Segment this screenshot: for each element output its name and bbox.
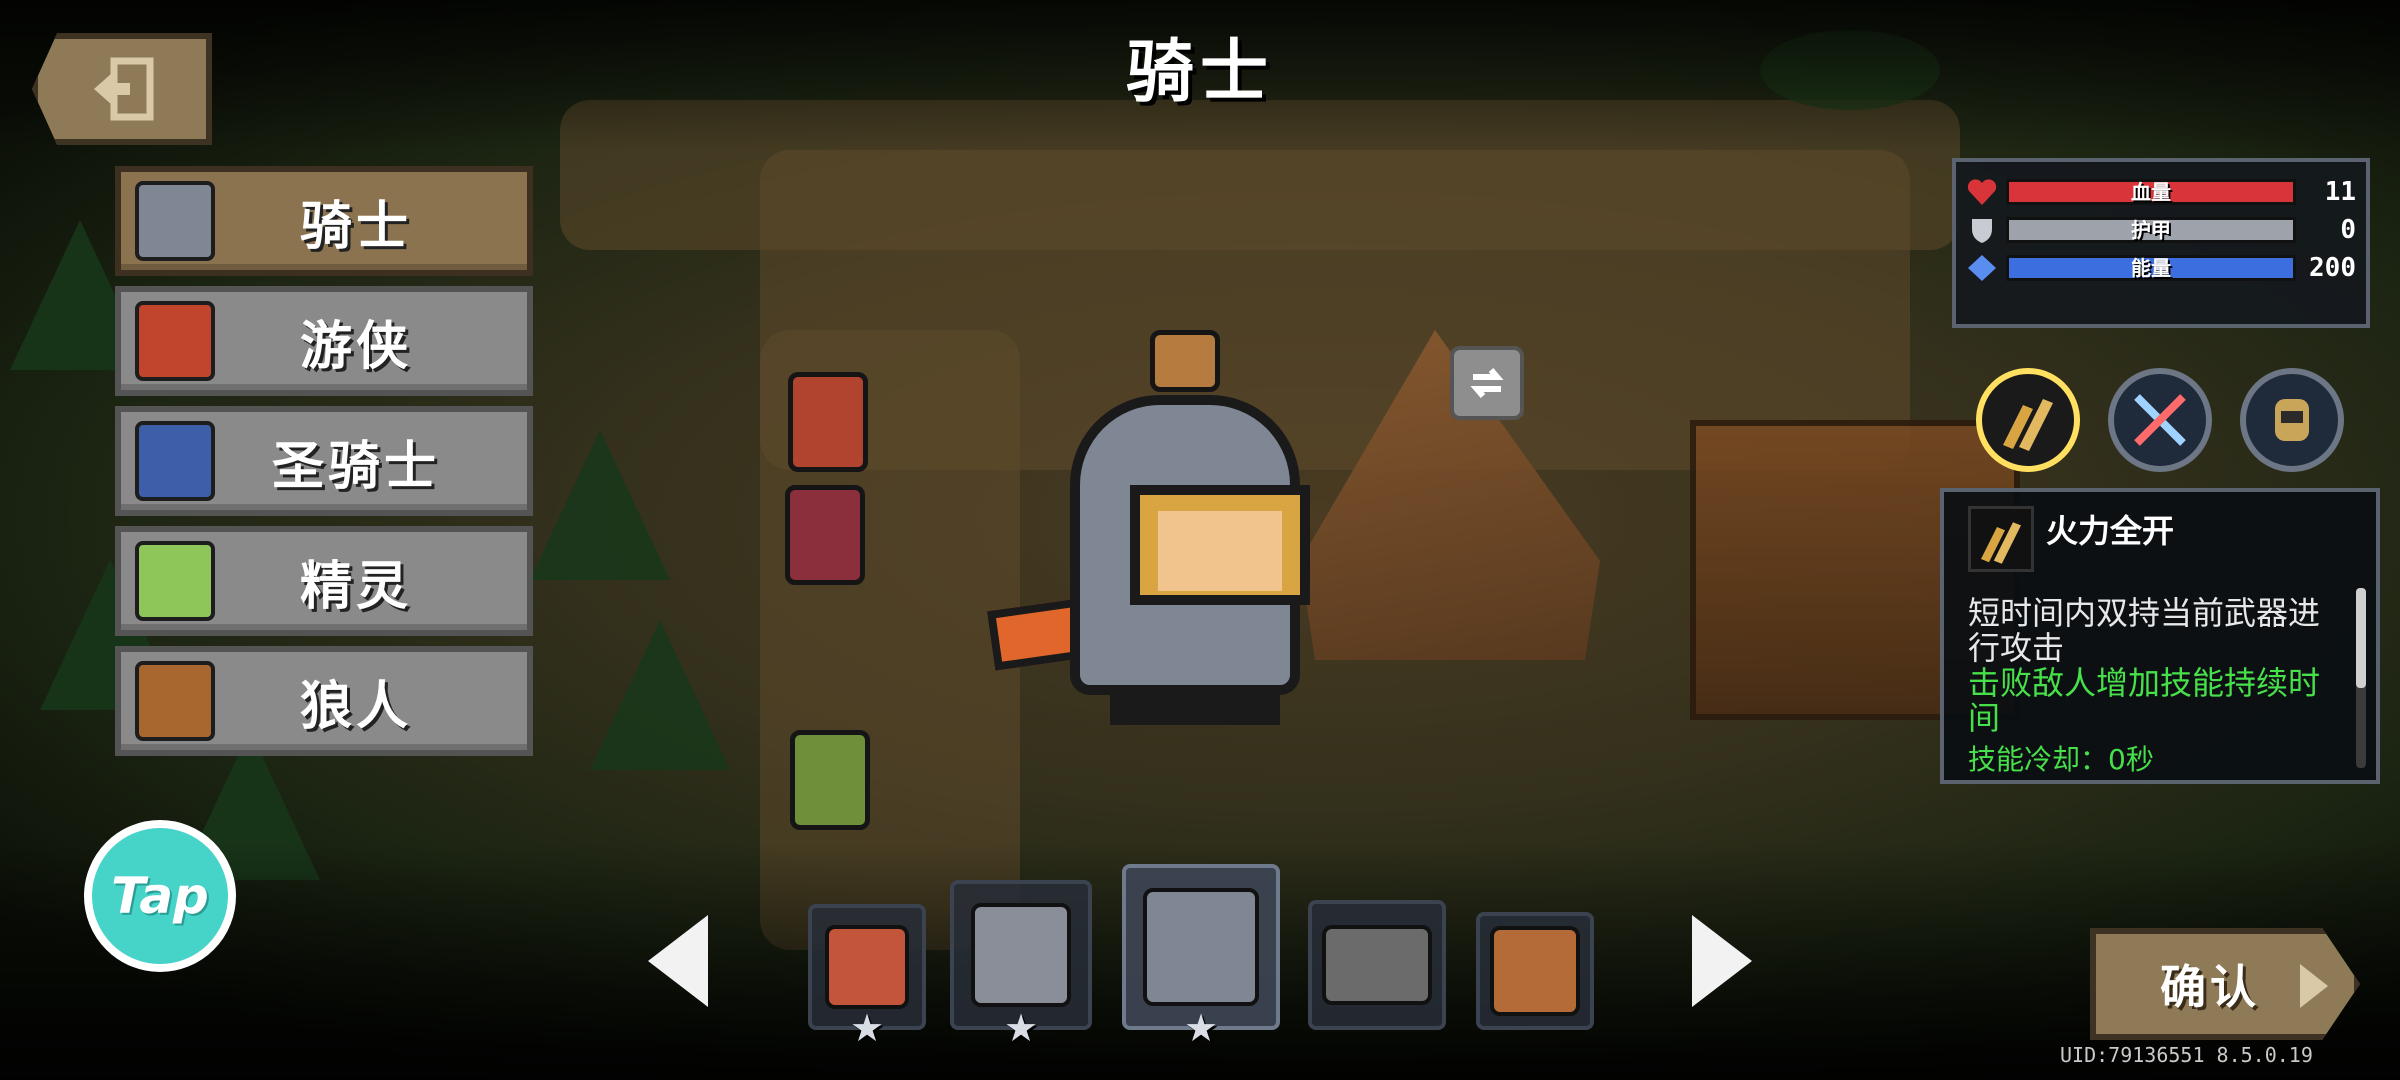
confirm-button[interactable]: 确认 (2090, 928, 2360, 1040)
prev-skin-arrow[interactable] (648, 915, 708, 1007)
armor-value: 0 (2340, 215, 2356, 245)
skill-description: 短时间内双持当前武器进行攻击 (1968, 594, 2321, 667)
knight-avatar (135, 181, 215, 261)
class-item-paladin[interactable]: 圣骑士 (115, 406, 533, 516)
skin-horned[interactable]: ★ (808, 904, 926, 1050)
skill-cooldown: 技能冷却：0秒 (1968, 743, 2154, 776)
elf-avatar (135, 541, 215, 621)
energy-value: 200 (2309, 253, 2356, 283)
crossed-swords-skill-icon (2134, 394, 2186, 446)
armor-row: 护甲 0 (1966, 212, 2356, 248)
class-label: 游侠 (299, 316, 412, 377)
class-item-elf[interactable]: 精灵 (115, 526, 533, 636)
skin-default-knight[interactable]: ★ (1122, 864, 1280, 1050)
dual-guns-skill-icon (2003, 399, 2053, 451)
heart-icon (1967, 179, 1997, 205)
star-icon: ★ (849, 1006, 885, 1050)
class-label: 圣骑士 (271, 436, 440, 497)
skin-gun[interactable] (1308, 900, 1446, 1030)
energy-row: 能量 200 (1966, 250, 2356, 286)
page-title: 骑士 (1125, 33, 1274, 112)
uid-text: UID:79136551 8.5.0.19 (2060, 1043, 2313, 1067)
star-icon: ★ (1003, 1006, 1039, 1050)
arrow-right-icon (2300, 964, 2328, 1008)
star-icon: ★ (1183, 1006, 1219, 1050)
hp-bar: 血量 (2006, 179, 2296, 205)
shield-icon (1972, 219, 1992, 243)
taptap-badge[interactable]: Tap (84, 820, 236, 972)
werewolf-avatar (135, 661, 215, 741)
ranger-avatar (135, 301, 215, 381)
next-skin-arrow[interactable] (1692, 915, 1752, 1007)
class-item-ranger[interactable]: 游侠 (115, 286, 533, 396)
paladin-avatar (135, 421, 215, 501)
swap-button[interactable] (1450, 346, 1524, 420)
skill-slot-2[interactable] (2108, 368, 2212, 472)
skill-bonus: 击败敌人增加技能持续时间 (1968, 664, 2321, 737)
skill-info-panel: 火力全开 短时间内双持当前武器进行攻击 击败敌人增加技能持续时间 技能冷却：0秒 (1940, 488, 2380, 784)
class-label: 骑士 (299, 196, 412, 257)
skill-name: 火力全开 (2046, 512, 2175, 550)
class-label: 狼人 (299, 676, 412, 737)
stats-panel: 血量 11 护甲 0 能量 200 (1952, 158, 2370, 328)
dual-guns-skill-icon (1968, 506, 2034, 572)
class-label: 精灵 (299, 556, 412, 617)
energy-bar: 能量 (2006, 255, 2296, 281)
hp-label: 血量 (2131, 180, 2171, 204)
class-list: 骑士 游侠 圣骑士 精灵 狼人 (115, 166, 533, 766)
scrollbar[interactable] (2356, 588, 2366, 768)
skin-beast[interactable] (1476, 912, 1594, 1030)
energy-label: 能量 (2131, 256, 2171, 280)
hp-value: 11 (2324, 177, 2356, 207)
skin-red-plume[interactable]: ★ (950, 880, 1092, 1050)
swap-icon (1470, 368, 1504, 398)
skill-slot-1[interactable] (1976, 368, 2080, 472)
class-item-knight[interactable]: 骑士 (115, 166, 533, 276)
confirm-label: 确认 (2160, 960, 2260, 1014)
knight-bust-skill-icon (2275, 399, 2309, 441)
class-item-werewolf[interactable]: 狼人 (115, 646, 533, 756)
armor-label: 护甲 (2131, 218, 2171, 242)
armor-bar: 护甲 (2006, 217, 2296, 243)
hp-row: 血量 11 (1966, 174, 2356, 210)
skill-slot-3[interactable] (2240, 368, 2344, 472)
gem-icon (1968, 255, 1996, 281)
